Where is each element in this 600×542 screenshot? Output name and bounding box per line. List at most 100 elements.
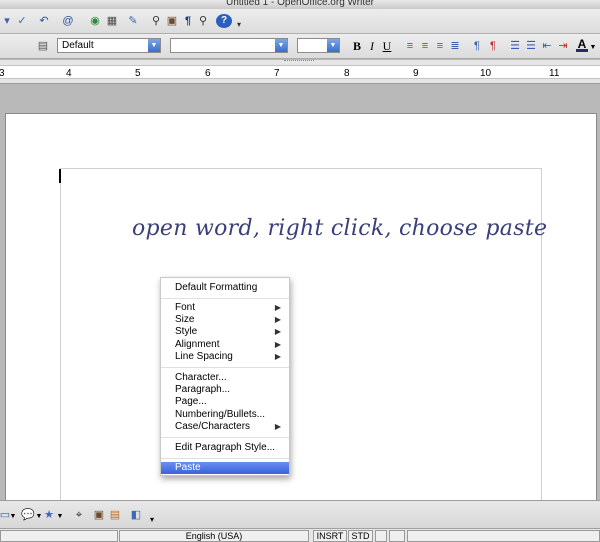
menu-item-label: Case/Characters: [175, 421, 251, 432]
underline-button[interactable]: U: [381, 39, 393, 53]
menu-item-size[interactable]: Size ▶: [161, 314, 289, 326]
align-left-icon[interactable]: ≡: [403, 39, 417, 53]
align-right-icon[interactable]: ≡: [433, 39, 447, 53]
ruler-number: 3: [0, 68, 5, 79]
submenu-arrow-icon: ▶: [274, 352, 281, 361]
star-icon[interactable]: ★: [42, 508, 56, 522]
menu-item-case-characters[interactable]: Case/Characters ▶: [161, 421, 289, 433]
menu-item-line-spacing[interactable]: Line Spacing ▶: [161, 351, 289, 363]
text-cursor: [59, 169, 61, 183]
gallery-icon[interactable]: ▣: [165, 14, 179, 28]
submenu-arrow-icon: ▶: [274, 422, 281, 431]
horizontal-ruler[interactable]: 3 4 5 6 7 8 9 10 11: [0, 60, 600, 84]
draw-icon[interactable]: ✎: [126, 14, 140, 28]
menu-item-label: Paragraph...: [175, 384, 231, 395]
paragraph-style-value: Default: [62, 40, 94, 51]
fontwork-icon[interactable]: ▣: [92, 508, 106, 522]
status-info: [407, 530, 600, 542]
menu-item-page[interactable]: Page...: [161, 396, 289, 408]
menu-item-label: Style: [175, 326, 198, 337]
formatting-marks-icon[interactable]: ¶: [181, 14, 195, 28]
title-bar: Untitled 1 - OpenOffice.org Writer: [0, 0, 600, 9]
menu-item-alignment[interactable]: Alignment ▶: [161, 339, 289, 351]
numbering-icon[interactable]: ☰: [508, 39, 522, 53]
ltr-direction-icon[interactable]: ¶: [470, 39, 484, 53]
submenu-arrow-icon: ▶: [274, 315, 281, 324]
decrease-indent-icon[interactable]: ⇤: [540, 39, 554, 53]
document-text[interactable]: open word, right click, choose paste: [132, 216, 547, 241]
menu-item-font[interactable]: Font ▶: [161, 302, 289, 314]
font-size-select[interactable]: ▼: [297, 38, 340, 53]
ruler-strip: [0, 65, 600, 79]
increase-indent-icon[interactable]: ⇥: [556, 39, 570, 53]
italic-button[interactable]: I: [366, 39, 378, 53]
menu-item-label: Default Formatting: [175, 282, 258, 293]
document-page[interactable]: open word, right click, choose paste: [5, 113, 597, 500]
styles-icon[interactable]: ▤: [36, 39, 50, 53]
chevron-down-icon[interactable]: ▼: [10, 512, 17, 520]
more-tools-icon[interactable]: ▾: [235, 20, 243, 30]
menu-item-character[interactable]: Character...: [161, 372, 289, 384]
bullets-icon[interactable]: ☰: [524, 39, 538, 53]
justify-icon[interactable]: ≣: [448, 39, 462, 53]
help-icon[interactable]: ?: [216, 14, 232, 28]
from-file-icon[interactable]: ▤: [108, 508, 122, 522]
paragraph-style-select[interactable]: Default ▼: [57, 38, 161, 53]
menu-item-paragraph[interactable]: Paragraph...: [161, 384, 289, 396]
status-page: [0, 530, 118, 542]
menu-item-paste[interactable]: Paste: [161, 462, 289, 474]
table-icon[interactable]: ▦: [104, 14, 120, 28]
bold-button[interactable]: B: [351, 39, 363, 53]
menu-item-edit-paragraph-style[interactable]: Edit Paragraph Style...: [161, 442, 289, 454]
align-center-icon[interactable]: ≡: [418, 39, 432, 53]
status-insert-mode[interactable]: INSRT: [313, 530, 347, 542]
standard-toolbar: ▾ ✓ ↶ @ ◉ ▦ ✎ ⚲ ▣ ¶ ⚲ ? ▾: [0, 9, 600, 34]
more-tools-icon[interactable]: ▾: [148, 515, 156, 525]
menu-item-label: Alignment: [175, 339, 220, 350]
chevron-down-icon[interactable]: ▼: [148, 39, 160, 52]
extrusion-icon[interactable]: ◧: [129, 508, 143, 522]
hyperlink-icon[interactable]: @: [60, 14, 76, 28]
submenu-arrow-icon: ▶: [274, 327, 281, 336]
status-modified: [375, 530, 387, 542]
spellcheck-icon[interactable]: ✓: [14, 14, 30, 28]
toolbar-dropdown-icon[interactable]: ▾: [0, 14, 14, 28]
formatting-toolbar: ▤ Default ▼ ▼ ▼ B I U ≡ ≡ ≡ ≣ ¶ ¶ ☰ ☰ ⇤ …: [0, 34, 600, 59]
window-title: Untitled 1 - OpenOffice.org Writer: [225, 0, 375, 8]
undo-icon[interactable]: ↶: [36, 14, 52, 28]
chevron-down-icon[interactable]: ▼: [275, 39, 287, 52]
ruler-number: 8: [344, 68, 350, 79]
menu-item-style[interactable]: Style ▶: [161, 326, 289, 338]
drawing-toolbar: ▭ ▼ 💬 ▼ ★ ▼ ⌖ ▣ ▤ ◧ ▾: [0, 500, 600, 528]
navigator-icon[interactable]: ◉: [88, 14, 102, 28]
menu-item-label: Paste: [175, 462, 201, 473]
chevron-down-icon[interactable]: ▼: [327, 39, 339, 52]
menu-item-numbering-bullets[interactable]: Numbering/Bullets...: [161, 409, 289, 421]
font-color-dropdown-icon[interactable]: ▼: [589, 42, 597, 52]
chevron-down-icon[interactable]: ▼: [57, 512, 64, 520]
status-bar: English (USA) INSRT STD: [0, 528, 600, 542]
menu-separator: [161, 367, 289, 368]
menu-separator: [161, 458, 289, 459]
menu-item-default-formatting[interactable]: Default Formatting: [161, 282, 289, 294]
ruler-number: 9: [413, 68, 419, 79]
font-color-button[interactable]: A: [576, 38, 588, 52]
points-icon[interactable]: ⌖: [72, 508, 86, 522]
zoom-icon[interactable]: ⚲: [196, 14, 210, 28]
font-name-select[interactable]: ▼: [170, 38, 288, 53]
submenu-arrow-icon: ▶: [274, 303, 281, 312]
status-signature: [389, 530, 405, 542]
ruler-number: 11: [549, 68, 560, 79]
callout-icon[interactable]: 💬: [20, 508, 36, 522]
toolbar-grip: [284, 60, 314, 63]
menu-item-label: Numbering/Bullets...: [175, 409, 266, 420]
status-selection-mode[interactable]: STD: [348, 530, 373, 542]
rtl-direction-icon[interactable]: ¶: [486, 39, 500, 53]
ruler-number: 6: [205, 68, 211, 79]
ruler-number: 10: [480, 68, 492, 79]
menu-item-label: Edit Paragraph Style...: [175, 442, 276, 453]
find-icon[interactable]: ⚲: [148, 14, 164, 28]
status-language[interactable]: English (USA): [119, 530, 309, 542]
rectangle-icon[interactable]: ▭: [0, 508, 10, 522]
document-area[interactable]: open word, right click, choose paste: [0, 85, 600, 500]
